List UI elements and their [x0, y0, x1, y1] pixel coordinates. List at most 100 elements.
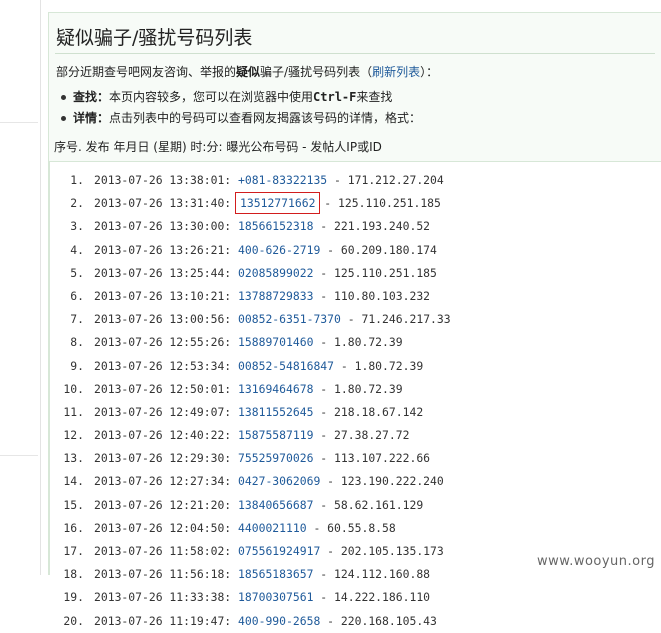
poster-ip: 171.212.27.204	[347, 173, 444, 187]
row-time: 2013-07-26 12:27:34:	[94, 474, 232, 489]
phone-number-link[interactable]: 02085899022	[238, 266, 313, 280]
row-index: 20.	[63, 613, 84, 628]
row-index: 12.	[63, 428, 84, 443]
row-index: 13.	[63, 451, 84, 466]
phone-number-link[interactable]: 00852-6351-7370	[238, 312, 341, 326]
poster-ip: 221.193.240.52	[334, 219, 431, 234]
list-item: 7. 2013-07-26 13:00:56: 00852-6351-7370 -…	[50, 308, 451, 331]
phone-number-link[interactable]: 0427-3062069	[238, 474, 320, 488]
phone-number-link[interactable]: 00852-54816847	[238, 359, 334, 373]
phone-number-link[interactable]: 075561924917	[238, 544, 320, 558]
row-separator: -	[313, 451, 335, 466]
phone-number-link[interactable]: 4400021110	[238, 521, 307, 535]
poster-ip: 202.105.135.173	[340, 544, 444, 558]
poster-ip: 60.55.8.58	[327, 520, 396, 535]
list-item: 8. 2013-07-26 12:55:26: 15889701460 - 1.8…	[50, 331, 451, 354]
poster-ip: 125.110.251.185	[338, 196, 441, 211]
poster-ip: 14.222.186.110	[334, 590, 431, 605]
row-time: 2013-07-26 12:29:30:	[94, 451, 232, 466]
row-index: 16.	[63, 520, 84, 535]
intro-suffix: ）：	[420, 65, 439, 79]
phone-number-link[interactable]: 18566152318	[238, 219, 313, 233]
row-time: 2013-07-26 13:25:44:	[94, 265, 232, 280]
row-time: 2013-07-26 11:56:18:	[94, 567, 232, 582]
row-separator: -	[313, 219, 335, 234]
row-time: 2013-07-26 12:40:22:	[94, 428, 232, 443]
refresh-list-link[interactable]: 刷新列表	[372, 65, 420, 79]
tip-detail: 详情：点击列表中的号码可以查看网友揭露该号码的详情，格式：	[61, 108, 421, 129]
phone-number-link[interactable]: 13811552645	[238, 405, 313, 419]
phone-number-link[interactable]: 18565183657	[238, 567, 313, 581]
row-index: 4.	[70, 242, 84, 257]
list-item: 4. 2013-07-26 13:26:21: 400-626-2719 - 60…	[50, 239, 451, 262]
list-item: 12. 2013-07-26 12:40:22: 15875587119 - 27…	[50, 424, 451, 447]
row-time: 2013-07-26 12:50:01:	[94, 381, 232, 396]
row-time: 2013-07-26 13:10:21:	[94, 288, 232, 303]
poster-ip: 123.190.222.240	[340, 474, 444, 489]
tips-list: 查找：本页内容较多，您可以在浏览器中使用Ctrl-F来查找 详情：点击列表中的号…	[61, 87, 421, 129]
row-separator: -	[313, 590, 335, 605]
row-time: 2013-07-26 11:19:47:	[94, 613, 232, 628]
phone-number-link[interactable]: 13512771662	[234, 192, 321, 215]
phone-number-link[interactable]: 400-626-2719	[238, 243, 320, 257]
phone-number-link[interactable]: 13169464678	[238, 382, 313, 396]
list-item: 11. 2013-07-26 12:49:07: 13811552645 - 21…	[50, 401, 451, 424]
row-time: 2013-07-26 12:53:34:	[94, 358, 232, 373]
poster-ip: 1.80.72.39	[354, 358, 424, 373]
phone-number-link[interactable]: +081-83322135	[238, 173, 327, 187]
phone-number-link[interactable]: 18700307561	[238, 590, 313, 604]
list-item: 19. 2013-07-26 11:33:38: 18700307561 - 14…	[50, 586, 451, 609]
phone-number-link[interactable]: 400-990-2658	[238, 614, 320, 628]
phone-number-link[interactable]: 75525970026	[238, 451, 313, 465]
title-divider	[55, 53, 655, 54]
phone-number-link[interactable]: 13840656687	[238, 498, 313, 512]
row-index: 9.	[70, 358, 84, 373]
left-sidebar-edge	[0, 0, 41, 575]
intro-bold: 疑似	[236, 65, 261, 79]
row-index: 11.	[63, 404, 84, 419]
row-separator: -	[313, 335, 335, 350]
list-item: 2. 2013-07-26 13:31:40: 13512771662 - 125…	[50, 192, 451, 215]
poster-ip: 125.110.251.185	[334, 265, 437, 280]
list-item: 3. 2013-07-26 13:30:00: 18566152318 - 221…	[50, 215, 451, 238]
row-separator: -	[334, 358, 355, 373]
phone-number-link[interactable]: 15875587119	[238, 428, 313, 442]
row-time: 2013-07-26 13:30:00:	[94, 219, 232, 234]
row-separator: -	[313, 381, 335, 396]
tip-text: 本页内容较多，您可以在浏览器中使用	[109, 90, 314, 104]
list-item: 15. 2013-07-26 12:21:20: 13840656687 - 58…	[50, 494, 451, 517]
row-index: 8.	[70, 335, 84, 350]
row-index: 5.	[70, 265, 84, 280]
list-item: 20. 2013-07-26 11:19:47: 400-990-2658 - 2…	[50, 610, 451, 633]
row-separator: -	[317, 196, 339, 211]
tip-text: 点击列表中的号码可以查看网友揭露该号码的详情，格式：	[109, 111, 422, 125]
poster-ip: 71.246.217.33	[361, 312, 451, 327]
intro-middle: 骗子/骚扰号码列表（	[260, 65, 373, 79]
row-separator: -	[313, 404, 335, 419]
list-item: 1. 2013-07-26 13:38:01: +081-83322135 - 1…	[50, 169, 451, 192]
list-item: 6. 2013-07-26 13:10:21: 13788729833 - 110…	[50, 285, 451, 308]
poster-ip: 124.112.160.88	[334, 567, 431, 582]
row-time: 2013-07-26 13:38:01:	[94, 173, 232, 187]
row-time: 2013-07-26 12:49:07:	[94, 404, 232, 419]
row-separator: -	[340, 312, 362, 327]
row-index: 7.	[70, 312, 84, 327]
tip-shortcut: Ctrl-F	[313, 90, 357, 104]
row-separator: -	[320, 242, 341, 257]
list-item: 5. 2013-07-26 13:25:44: 02085899022 - 125…	[50, 262, 451, 285]
row-index: 1.	[70, 173, 84, 187]
row-time: 2013-07-26 12:55:26:	[94, 335, 232, 350]
list-item: 17. 2013-07-26 11:58:02: 075561924917 - 2…	[50, 540, 451, 563]
row-time: 2013-07-26 13:00:56:	[94, 312, 232, 327]
phone-number-link[interactable]: 15889701460	[238, 335, 313, 349]
tip-keyword: 查找：	[73, 90, 110, 104]
row-index: 17.	[63, 544, 84, 558]
tip-text-after: 来查找	[356, 90, 393, 104]
row-separator: -	[320, 544, 341, 558]
intro-prefix: 部分近期查号吧网友咨询、举报的	[56, 65, 237, 79]
watermark: www.wooyun.org	[536, 554, 655, 569]
row-separator: -	[313, 497, 335, 512]
row-index: 19.	[63, 590, 84, 605]
row-index: 2.	[70, 196, 84, 211]
phone-number-link[interactable]: 13788729833	[238, 289, 313, 303]
